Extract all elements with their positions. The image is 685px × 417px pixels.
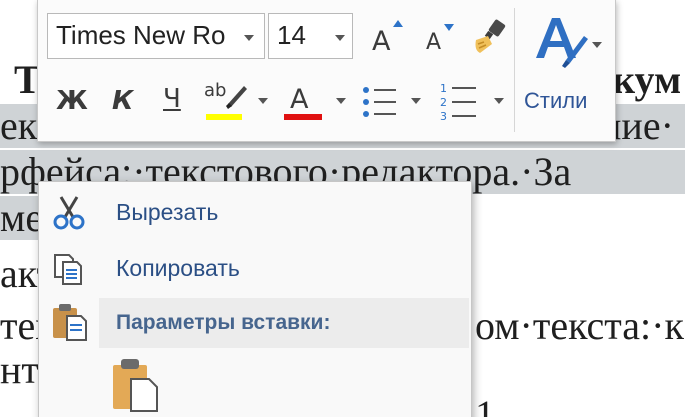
doc-line-6-end: ом·текста:·к xyxy=(475,303,684,348)
doc-line-8-end: 1 xyxy=(475,392,495,417)
font-name-combobox[interactable]: Times New Roi xyxy=(47,13,265,59)
menu-item-copy[interactable]: Копировать xyxy=(39,243,469,293)
numbering-chevron-down-icon[interactable] xyxy=(494,98,504,104)
highlight-button[interactable]: ab xyxy=(204,78,256,126)
font-size-value: 14 xyxy=(277,20,306,50)
toolbar-separator xyxy=(514,8,515,132)
scissors-icon xyxy=(53,196,85,230)
bold-label: Ж xyxy=(56,86,88,116)
chevron-down-icon[interactable] xyxy=(244,35,254,41)
styles-label: Стили xyxy=(524,88,588,113)
menu-item-label: Вырезать xyxy=(116,199,219,225)
svg-text:3: 3 xyxy=(440,110,447,123)
grow-font-button[interactable]: A xyxy=(368,14,408,58)
grow-font-label: A xyxy=(372,26,391,57)
styles-icon xyxy=(536,18,588,68)
svg-text:1: 1 xyxy=(440,82,447,95)
doc-line-1-end: кум xyxy=(612,57,682,102)
bullets-chevron-down-icon[interactable] xyxy=(411,98,421,104)
bold-button[interactable]: Ж xyxy=(50,78,90,124)
shrink-font-label: A xyxy=(426,30,442,55)
doc-line-7: нт xyxy=(0,347,39,392)
numbering-icon[interactable]: 1 2 3 xyxy=(438,80,482,124)
font-color-button[interactable]: A xyxy=(282,78,326,126)
svg-text:2: 2 xyxy=(440,96,447,109)
menu-item-label: Копировать xyxy=(116,255,240,281)
paste-options-label: Параметры вставки: xyxy=(116,311,331,334)
marker-icon xyxy=(226,86,247,109)
italic-label: К xyxy=(112,86,134,116)
menu-item-cut[interactable]: Вырезать xyxy=(39,187,469,237)
styles-chevron-down-icon xyxy=(592,42,602,48)
context-menu: Вырезать Копировать Параметры вставки: xyxy=(38,181,472,417)
format-painter-icon[interactable] xyxy=(470,18,508,56)
paste-keep-formatting-icon[interactable] xyxy=(111,357,161,413)
font-color-chevron-down-icon[interactable] xyxy=(336,98,346,104)
shrink-arrow-icon xyxy=(444,24,454,31)
paste-header-icon xyxy=(53,304,87,341)
font-size-combobox[interactable]: 14 xyxy=(268,13,353,59)
bullets-icon[interactable] xyxy=(360,82,400,122)
grow-arrow-icon xyxy=(393,20,403,27)
font-color-bar xyxy=(284,114,322,120)
mini-toolbar: Times New Roi 14 A A Ж К Ч ab A 1 2 3 Ст… xyxy=(37,0,616,142)
shrink-font-button[interactable]: A xyxy=(422,14,462,58)
chevron-down-icon[interactable] xyxy=(335,35,345,41)
highlight-chevron-down-icon[interactable] xyxy=(258,98,268,104)
underline-button[interactable]: Ч xyxy=(156,78,196,124)
font-color-label: A xyxy=(290,84,309,115)
highlight-color-bar xyxy=(206,114,242,120)
italic-button[interactable]: К xyxy=(104,78,144,124)
paste-options-header: Параметры вставки: xyxy=(99,298,469,348)
copy-icon xyxy=(54,254,82,285)
font-name-value: Times New Roi xyxy=(56,20,226,50)
underline-label: Ч xyxy=(163,84,181,114)
